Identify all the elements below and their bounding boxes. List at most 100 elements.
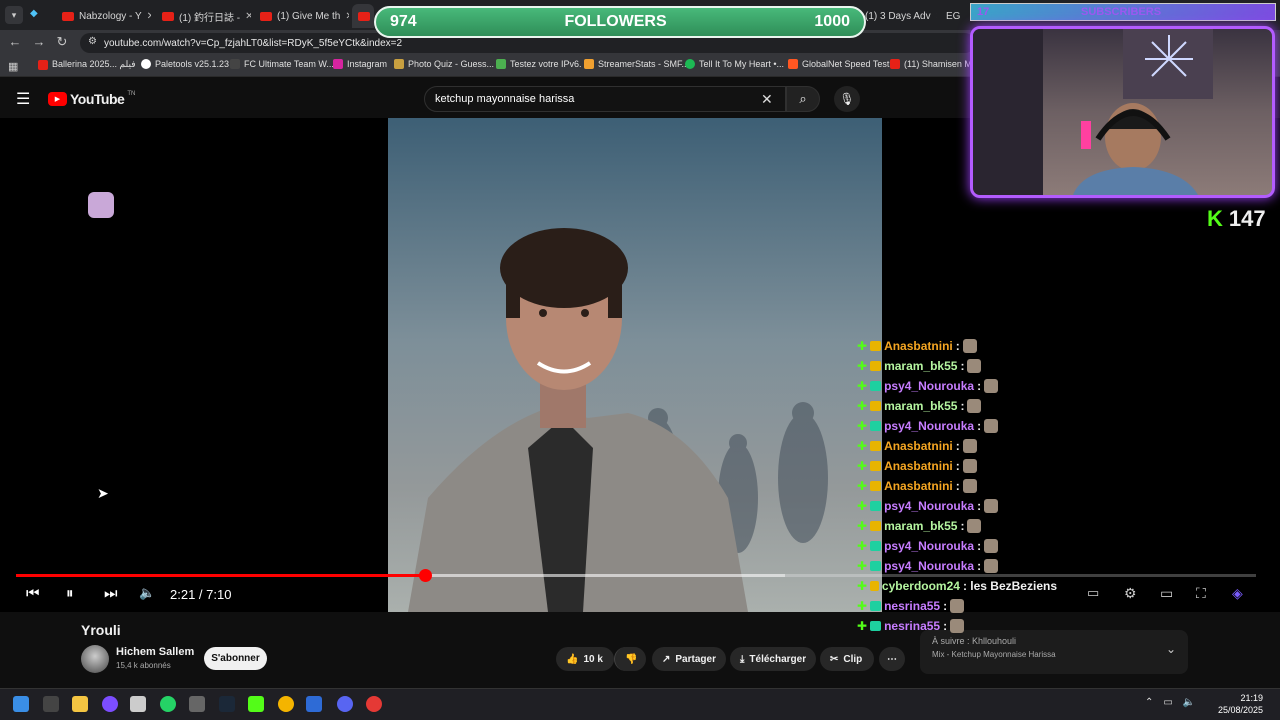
bookmark-item[interactable]: Ballerina 2025... فيلم: [38, 59, 136, 70]
app-icon[interactable]: [366, 696, 382, 712]
youtube-logo[interactable]: ▶ YouTube TN: [48, 91, 135, 107]
pause-icon[interactable]: ⏸: [66, 585, 74, 602]
reload-icon[interactable]: ↻: [53, 34, 71, 50]
extension-icon[interactable]: ◈: [1232, 585, 1243, 602]
channel-name[interactable]: Hichem Sallem: [116, 646, 194, 658]
chat-username: Anasbatnini: [884, 479, 953, 493]
pinned-tab[interactable]: ◆: [30, 8, 44, 22]
apps-grid-icon[interactable]: ▦: [8, 60, 18, 73]
chat-text: :: [943, 619, 948, 633]
tab-label: (1) Give Me th: [277, 10, 341, 22]
chat-text: :: [955, 479, 960, 493]
badge-icon: ✚: [857, 359, 868, 373]
bookmark-favicon-icon: [230, 59, 240, 69]
bookmark-item[interactable]: Paletools v25.1.23: [141, 59, 229, 69]
channel-avatar[interactable]: [81, 645, 109, 673]
share-icon: ↗: [662, 653, 671, 665]
app-icon[interactable]: [306, 696, 322, 712]
settings-gear-icon[interactable]: ⚙: [1124, 585, 1137, 602]
close-tab-icon[interactable]: ✕: [147, 11, 151, 22]
network-icon[interactable]: ▭: [1163, 697, 1172, 708]
fullscreen-icon[interactable]: ⛶: [1196, 585, 1206, 602]
chat-username: maram_bk55: [884, 399, 958, 413]
close-tab-icon[interactable]: ✕: [345, 11, 349, 22]
volume-icon[interactable]: 🔈: [139, 585, 155, 601]
webcam-feed: [973, 29, 1213, 195]
microphone-icon: 🎙: [839, 92, 855, 106]
emote-icon: [984, 539, 999, 553]
bookmark-item[interactable]: Tell It To My Heart •...: [685, 59, 784, 69]
bookmark-item[interactable]: Testez votre IPv6.: [496, 59, 582, 69]
badge-icon: ✚: [857, 499, 868, 513]
browser-tab[interactable]: (1) Give Me th ✕: [254, 4, 349, 28]
bookmark-item[interactable]: FC Ultimate Team W...: [230, 59, 334, 69]
followers-goal: 1000: [814, 13, 850, 30]
share-button[interactable]: ↗ Partager: [652, 647, 726, 671]
more-actions-button[interactable]: ⋯: [879, 647, 905, 671]
close-tab-icon[interactable]: ✕: [245, 11, 251, 22]
channel-subscriber-count: 15,4 k abonnés: [116, 661, 171, 670]
progress-bar[interactable]: [16, 574, 1256, 577]
clear-search-icon[interactable]: ✕: [761, 91, 773, 108]
back-icon[interactable]: ←: [6, 34, 24, 49]
chat-message: ✚ nesrina55:: [857, 616, 1057, 636]
chat-username: psy4_Nourouka: [884, 499, 975, 513]
badge-icon: [870, 501, 882, 511]
chevron-down-icon[interactable]: ⌄: [1166, 642, 1176, 656]
menu-icon[interactable]: ☰: [16, 89, 30, 109]
youtube-icon: [62, 11, 74, 21]
whatsapp-icon[interactable]: [160, 696, 176, 712]
steam-icon[interactable]: [219, 696, 235, 712]
theater-mode-icon[interactable]: ▭: [1160, 585, 1173, 602]
forward-icon[interactable]: →: [30, 34, 48, 49]
voice-search-button[interactable]: 🎙: [834, 86, 860, 112]
emote-sticker: [88, 192, 114, 218]
app-icon[interactable]: [130, 696, 146, 712]
next-icon[interactable]: ⏭: [104, 585, 118, 602]
chat-username: psy4_Nourouka: [884, 419, 975, 433]
tab-search-dropdown-icon[interactable]: ▾: [5, 6, 23, 24]
browser-tab-active[interactable]: [352, 4, 374, 28]
chat-text: :: [977, 539, 982, 553]
bookmark-favicon-icon: [788, 59, 798, 69]
file-explorer-icon[interactable]: [72, 696, 88, 712]
like-button[interactable]: 👍 10 k: [556, 647, 614, 671]
browser-tab[interactable]: EG: [940, 4, 970, 28]
bookmark-item[interactable]: (11) Shamisen ME: [890, 59, 978, 69]
bookmark-item[interactable]: GlobalNet Speed Test: [788, 59, 889, 69]
subscribe-button[interactable]: S'abonner: [204, 647, 267, 670]
bookmark-item[interactable]: Photo Quiz - Guess...: [394, 59, 494, 69]
app-icon[interactable]: [189, 696, 205, 712]
site-info-icon[interactable]: ⚙: [88, 36, 97, 47]
app-icon[interactable]: [102, 696, 118, 712]
kick-viewers: 147: [1228, 206, 1266, 231]
search-input[interactable]: ketchup mayonnaise harissa ✕: [424, 86, 786, 112]
previous-icon[interactable]: ⏮: [26, 585, 40, 602]
system-tray[interactable]: ⌃ ▭ 🔈: [1145, 697, 1195, 708]
chat-message: ✚ maram_bk55:: [857, 516, 1057, 536]
webcam-overlay: [970, 26, 1275, 198]
bookmark-item[interactable]: Instagram: [333, 59, 387, 69]
system-clock[interactable]: 21:19 25/08/2025: [1218, 692, 1263, 716]
emote-icon: [962, 339, 977, 353]
chevron-up-icon[interactable]: ⌃: [1145, 697, 1153, 708]
chat-username: nesrina55: [884, 619, 941, 633]
chrome-icon[interactable]: [278, 696, 294, 712]
start-icon[interactable]: [13, 696, 29, 712]
browser-tab[interactable]: Nabzology - Y ✕: [56, 4, 151, 28]
discord-icon[interactable]: [337, 696, 353, 712]
browser-tab[interactable]: (1) 釣行日誌 - ✕: [156, 4, 251, 28]
download-button[interactable]: ⤓ Télécharger: [730, 647, 816, 671]
clip-button[interactable]: ✂ Clip: [820, 647, 874, 671]
search-button[interactable]: ⌕: [786, 86, 820, 112]
bookmark-item[interactable]: StreamerStats - SMF...: [584, 59, 689, 69]
close-tab-icon[interactable]: ✕: [936, 11, 937, 22]
dislike-button[interactable]: 👎: [614, 647, 646, 671]
speaker-icon[interactable]: 🔈: [1183, 697, 1195, 708]
badge-icon: ✚: [857, 339, 868, 353]
app-icon[interactable]: [248, 696, 264, 712]
followers-current: 974: [390, 13, 417, 30]
chat-message: ✚ maram_bk55:: [857, 356, 1057, 376]
task-view-icon[interactable]: [43, 696, 59, 712]
subtitles-icon[interactable]: ▭: [1087, 585, 1099, 601]
